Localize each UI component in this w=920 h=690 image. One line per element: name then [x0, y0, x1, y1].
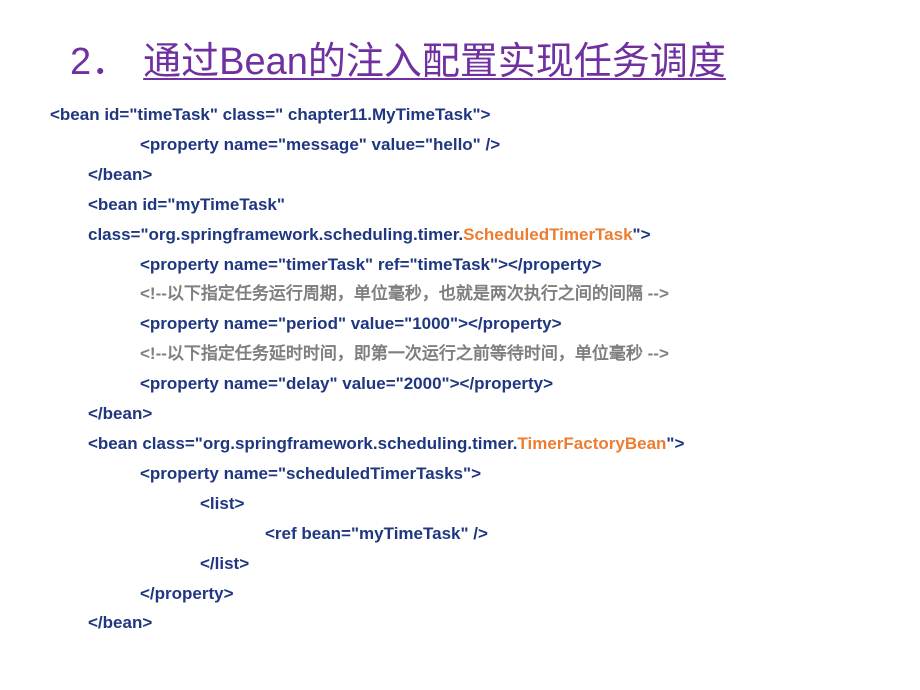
code-line: <property name="message" value="hello" /…: [140, 130, 870, 160]
code-line: <property name="period" value="1000"></p…: [140, 309, 870, 339]
code-line: <list>: [200, 489, 870, 519]
code-line: </bean>: [88, 160, 870, 190]
code-line: </property>: [140, 579, 870, 609]
code-line: <property name="scheduledTimerTasks">: [140, 459, 870, 489]
code-line: <ref bean="myTimeTask" />: [265, 519, 870, 549]
code-line: </list>: [200, 549, 870, 579]
code-line: </bean>: [88, 608, 870, 638]
title-text: 通过Bean的注入配置实现任务调度: [143, 41, 726, 83]
title-number: 2．: [70, 41, 129, 83]
code-line: <bean id="timeTask" class=" chapter11.My…: [50, 100, 870, 130]
code-line: class="org.springframework.scheduling.ti…: [88, 220, 870, 250]
code-line: <bean class="org.springframework.schedul…: [88, 429, 870, 459]
code-block: <bean id="timeTask" class=" chapter11.My…: [50, 100, 870, 638]
code-comment: <!--以下指定任务运行周期，单位毫秒，也就是两次执行之间的间隔 -->: [140, 279, 870, 309]
code-comment: <!--以下指定任务延时时间，即第一次运行之前等待时间，单位毫秒 -->: [140, 339, 870, 369]
code-line: </bean>: [88, 399, 870, 429]
code-line: <bean id="myTimeTask": [88, 190, 870, 220]
slide-title: 2． 通过Bean的注入配置实现任务调度: [70, 30, 870, 85]
code-line: <property name="timerTask" ref="timeTask…: [140, 250, 870, 280]
code-line: <property name="delay" value="2000"></pr…: [140, 369, 870, 399]
